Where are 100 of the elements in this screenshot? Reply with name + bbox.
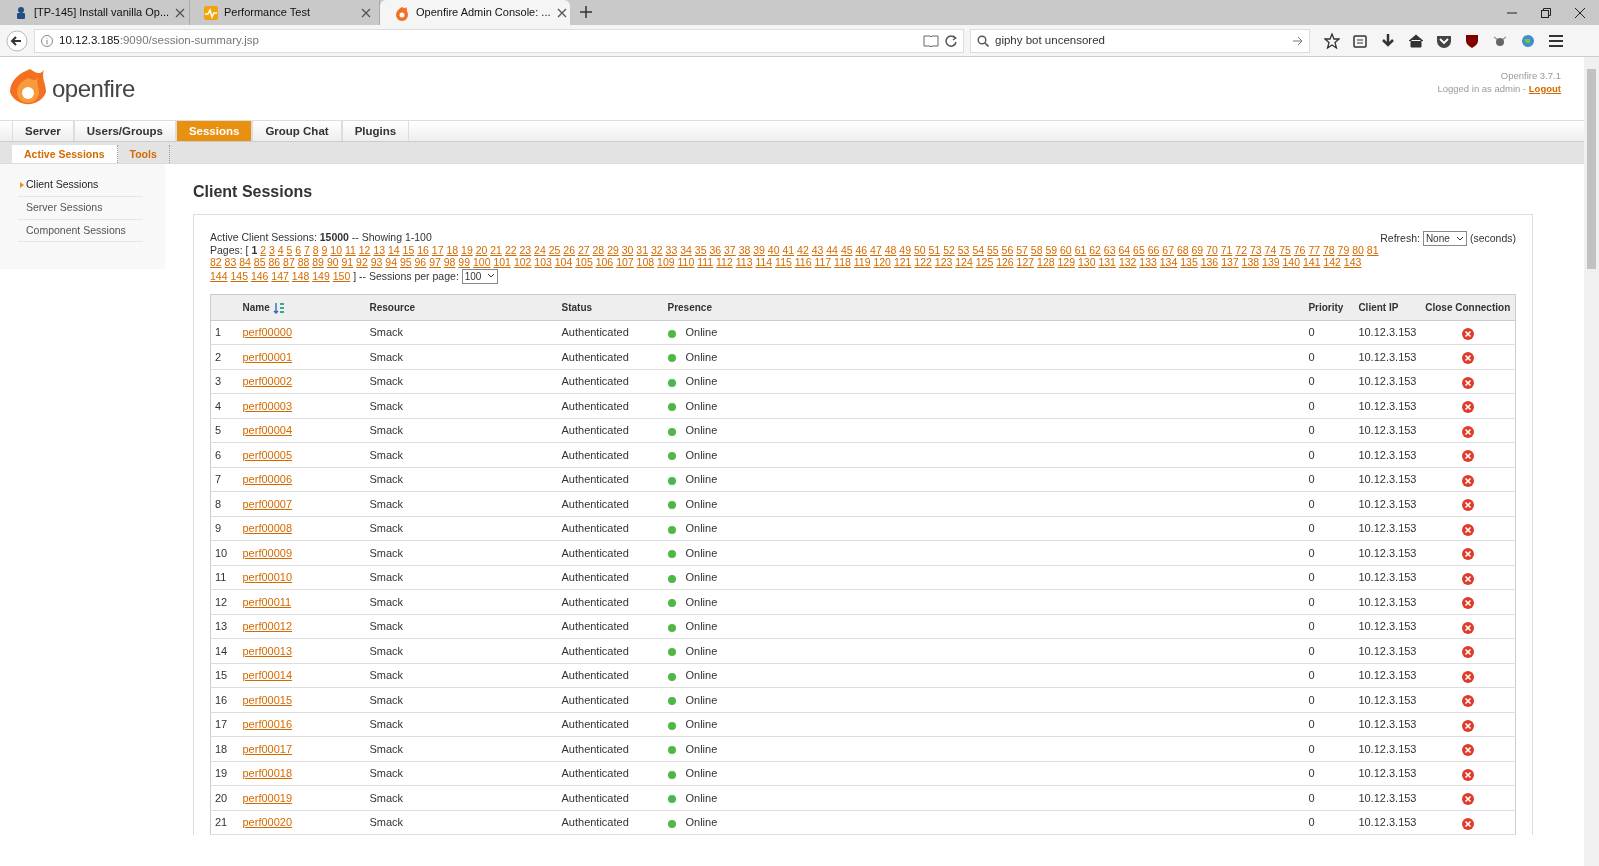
page-link[interactable]: 53	[957, 243, 970, 256]
reload-icon[interactable]	[945, 34, 957, 47]
page-link[interactable]: 115	[775, 256, 792, 269]
page-link[interactable]: 48	[884, 243, 897, 256]
page-link[interactable]: 8	[312, 243, 319, 256]
page-link[interactable]: 137	[1221, 256, 1239, 269]
page-link[interactable]: 134	[1159, 256, 1178, 269]
page-link[interactable]: 108	[636, 256, 655, 269]
globe-icon[interactable]	[1520, 32, 1536, 49]
logout-link[interactable]: Logout	[1528, 83, 1561, 94]
page-link[interactable]: 31	[636, 243, 649, 256]
page-link[interactable]: 36	[709, 243, 722, 256]
page-link[interactable]: 79	[1337, 243, 1350, 256]
close-icon[interactable]	[1461, 327, 1474, 340]
page-link[interactable]: 142	[1323, 256, 1341, 269]
page-link[interactable]: 9	[321, 243, 328, 256]
page-link[interactable]: 25	[548, 243, 561, 256]
per-page-select[interactable]: 100	[461, 268, 499, 284]
column-header[interactable]: Name	[242, 301, 270, 313]
page-link[interactable]: 40	[767, 243, 780, 256]
page-link[interactable]: 104	[554, 256, 573, 269]
user-link[interactable]: perf00018	[242, 767, 293, 780]
page-link[interactable]: 69	[1191, 243, 1204, 256]
user-link[interactable]: perf00019	[242, 791, 293, 804]
page-link[interactable]: 39	[753, 243, 765, 256]
user-link[interactable]: perf00005	[242, 448, 293, 461]
user-link[interactable]: perf00016	[242, 718, 293, 731]
page-link[interactable]: 59	[1045, 243, 1058, 256]
sidebar-item[interactable]: Client Sessions	[18, 174, 143, 197]
page-link[interactable]: 146	[250, 269, 269, 282]
nav-tab[interactable]: Server	[12, 121, 74, 141]
page-link[interactable]: 74	[1264, 243, 1277, 256]
page-link[interactable]: 68	[1176, 243, 1189, 256]
page-link[interactable]: 57	[1016, 243, 1028, 256]
close-icon[interactable]	[1461, 523, 1474, 536]
page-link[interactable]: 21	[490, 243, 502, 256]
sidebar-item[interactable]: Component Sessions	[18, 219, 143, 243]
page-link[interactable]: 22	[504, 243, 517, 256]
page-link[interactable]: 12	[358, 243, 371, 256]
close-icon[interactable]	[1461, 425, 1474, 438]
page-link[interactable]: 24	[534, 243, 546, 256]
page-link[interactable]: 89	[312, 256, 324, 269]
page-link[interactable]: 145	[230, 269, 248, 282]
page-link[interactable]: 114	[755, 256, 773, 269]
page-link[interactable]: 120	[873, 256, 891, 269]
star-icon[interactable]	[1324, 32, 1340, 49]
page-link[interactable]: 101	[493, 256, 511, 269]
download-icon[interactable]	[1380, 32, 1396, 49]
page-link[interactable]: 85	[253, 256, 266, 269]
page-link[interactable]: 106	[595, 256, 614, 269]
user-link[interactable]: perf00003	[242, 399, 293, 412]
page-link[interactable]: 72	[1235, 243, 1248, 256]
close-icon[interactable]	[1461, 744, 1474, 757]
user-link[interactable]: perf00020	[242, 816, 293, 829]
page-link[interactable]: 61	[1074, 243, 1087, 256]
page-link[interactable]: 78	[1323, 243, 1335, 256]
page-link[interactable]: 84	[239, 256, 251, 269]
nav-tab[interactable]: Users/Groups	[73, 121, 176, 141]
page-link[interactable]: 3	[269, 243, 275, 256]
page-link[interactable]: 15	[402, 243, 415, 256]
page-link[interactable]: 13	[373, 243, 386, 256]
page-link[interactable]: 135	[1180, 256, 1198, 269]
page-link[interactable]: 94	[385, 256, 397, 269]
page-link[interactable]: 14	[388, 243, 400, 256]
page-link[interactable]: 73	[1249, 243, 1262, 256]
page-link[interactable]: 141	[1302, 256, 1321, 269]
nav-tab[interactable]: Plugins	[341, 121, 410, 141]
page-link[interactable]: 136	[1200, 256, 1219, 269]
page-link[interactable]: 47	[870, 243, 882, 256]
page-link[interactable]: 110	[677, 256, 695, 269]
user-link[interactable]: perf00010	[242, 571, 293, 584]
page-link[interactable]: 113	[735, 256, 753, 269]
page-link[interactable]: 125	[975, 256, 994, 269]
page-link[interactable]: 150	[332, 269, 351, 282]
home-icon[interactable]	[1408, 32, 1424, 49]
refresh-select[interactable]: None	[1422, 231, 1467, 247]
page-link[interactable]: 75	[1279, 243, 1291, 256]
page-link[interactable]: 52	[943, 243, 955, 256]
page-link[interactable]: 70	[1206, 243, 1218, 256]
page-link[interactable]: 87	[283, 256, 295, 269]
page-link[interactable]: 105	[575, 256, 593, 269]
page-link[interactable]: 54	[972, 243, 985, 256]
page-link[interactable]: 129	[1057, 256, 1076, 269]
close-icon[interactable]	[1461, 548, 1474, 561]
page-link[interactable]: 149	[312, 269, 330, 282]
page-link[interactable]: 130	[1077, 256, 1096, 269]
address-bar[interactable]: 10.12.3.185:9090/session-summary.jsp	[34, 28, 964, 53]
page-link[interactable]: 80	[1352, 243, 1364, 256]
close-icon[interactable]	[1461, 597, 1474, 610]
shield-icon[interactable]	[1464, 32, 1480, 49]
nav-tab[interactable]: Sessions	[175, 121, 253, 141]
page-link[interactable]: 65	[1133, 243, 1145, 256]
page-link[interactable]: 83	[224, 256, 237, 269]
page-link[interactable]: 42	[797, 243, 809, 256]
close-icon[interactable]	[1461, 719, 1474, 732]
close-icon[interactable]	[1461, 352, 1474, 365]
user-link[interactable]: perf00012	[242, 620, 293, 633]
page-link[interactable]: 127	[1016, 256, 1035, 269]
page-link[interactable]: 98	[443, 256, 456, 269]
user-link[interactable]: perf00015	[242, 693, 293, 706]
